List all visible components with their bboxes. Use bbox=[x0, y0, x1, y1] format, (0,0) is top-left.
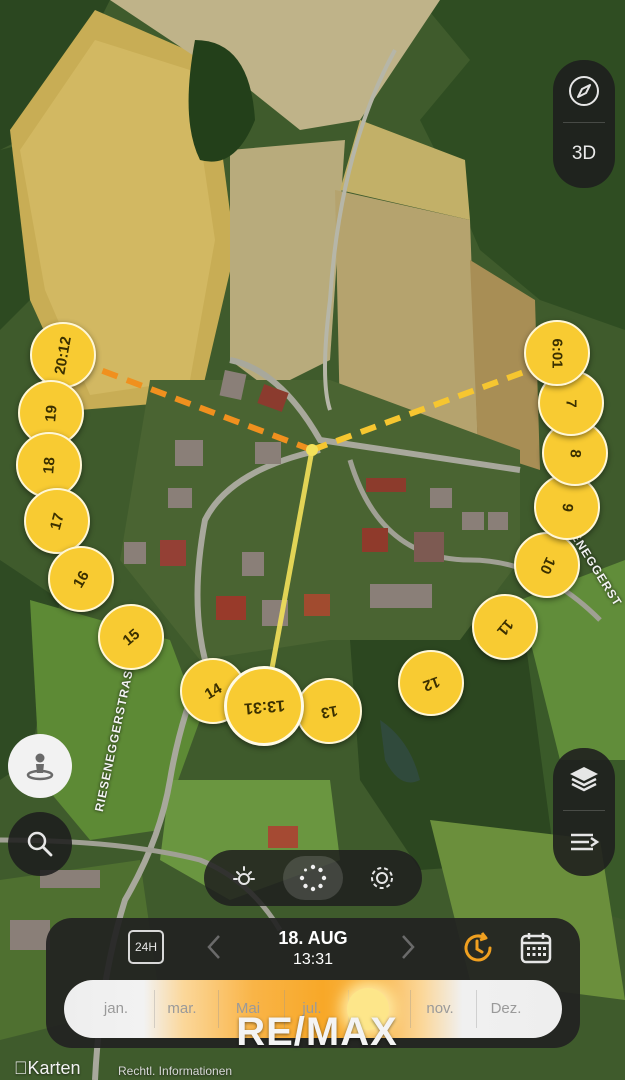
hour-bubble-17[interactable]: 17 bbox=[24, 488, 90, 554]
3d-label: 3D bbox=[571, 143, 597, 164]
layers-icon bbox=[570, 767, 598, 792]
display-mode-switcher bbox=[204, 850, 422, 906]
calendar-icon bbox=[520, 933, 552, 964]
map-layer-controls bbox=[553, 748, 615, 876]
list-button[interactable] bbox=[553, 811, 615, 873]
compass-icon bbox=[569, 76, 599, 106]
hour-bubble-13[interactable]: 13 bbox=[296, 678, 362, 744]
clock-reset-icon bbox=[464, 932, 492, 962]
sunrise-bubble[interactable]: 6:01 bbox=[524, 320, 590, 386]
layers-button[interactable] bbox=[553, 748, 615, 810]
location-person-button[interactable] bbox=[8, 734, 72, 798]
previous-day-button[interactable] bbox=[202, 932, 226, 962]
selected-time[interactable]: 13:31 bbox=[226, 951, 400, 969]
hour-bubble-12[interactable]: 12 bbox=[398, 650, 464, 716]
current-time-bubble[interactable]: 13:31 bbox=[224, 666, 304, 746]
selected-date[interactable]: 18. AUG bbox=[226, 928, 400, 949]
maps-attribution[interactable]: Karten bbox=[14, 1058, 81, 1079]
compass-button[interactable] bbox=[553, 60, 615, 122]
remax-watermark: RE/MAX bbox=[236, 1010, 398, 1054]
sun-path-dots-icon bbox=[299, 864, 327, 892]
map-view-controls: 3D bbox=[553, 60, 615, 188]
month-label-jan: jan. bbox=[103, 1000, 129, 1017]
hour-bubble-11[interactable]: 11 bbox=[472, 594, 538, 660]
search-button[interactable] bbox=[8, 812, 72, 876]
month-label-dez: Dez. bbox=[490, 1000, 522, 1017]
mode-sun-path-button[interactable] bbox=[282, 856, 343, 900]
next-day-button[interactable] bbox=[396, 932, 420, 962]
sun-icon bbox=[233, 866, 256, 885]
sunset-bubble[interactable]: 20:12 bbox=[30, 322, 96, 388]
chevron-right-icon bbox=[402, 935, 415, 959]
gear-icon bbox=[370, 867, 393, 889]
search-icon bbox=[27, 831, 53, 857]
mode-sun-button[interactable] bbox=[214, 856, 274, 900]
3d-toggle-button[interactable]: 3D bbox=[553, 123, 615, 185]
chevron-left-icon bbox=[207, 935, 220, 959]
maps-app-name: Karten bbox=[14, 1058, 81, 1078]
list-arrow-icon bbox=[571, 833, 600, 851]
hour-bubble-15[interactable]: 15 bbox=[98, 604, 164, 670]
legal-information-link[interactable]: Rechtl. Informationen bbox=[118, 1064, 232, 1078]
hour-bubble-10[interactable]: 10 bbox=[514, 532, 580, 598]
reset-to-now-button[interactable] bbox=[460, 930, 496, 966]
hour-bubble-16[interactable]: 16 bbox=[48, 546, 114, 612]
mode-settings-button[interactable] bbox=[352, 856, 412, 900]
person-location-icon bbox=[26, 753, 54, 781]
month-label-mar: mar. bbox=[167, 1000, 197, 1017]
calendar-button[interactable] bbox=[518, 930, 554, 966]
24h-toggle-button[interactable]: 24H bbox=[128, 930, 164, 964]
